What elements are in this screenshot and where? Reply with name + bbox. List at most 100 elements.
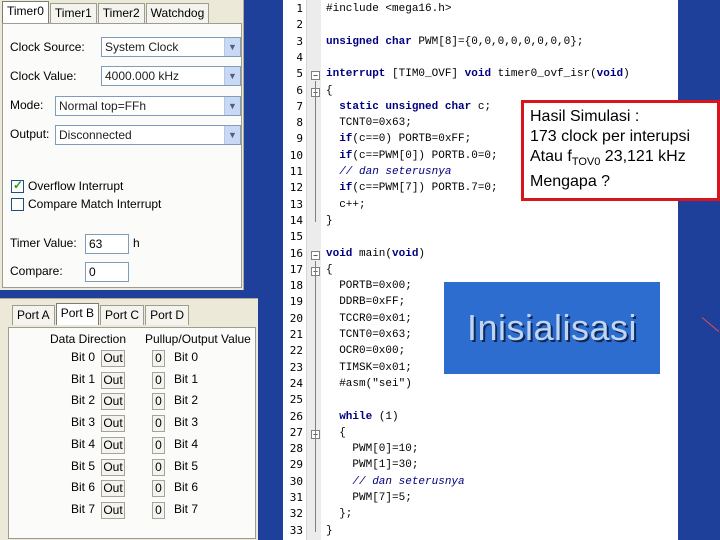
code-line[interactable]: interrupt [TIM0_OVF] void timer0_ovf_isr… xyxy=(326,68,630,80)
line-number: 16 xyxy=(289,246,303,260)
code-line[interactable]: } xyxy=(326,215,333,227)
code-line[interactable]: c++; xyxy=(326,199,365,211)
code-line[interactable]: // dan seterusnya xyxy=(326,476,464,488)
code-line[interactable]: while (1) xyxy=(326,411,398,423)
timer-tabs: Timer0 Timer1 Timer2 Watchdog xyxy=(2,1,210,23)
direction-toggle[interactable]: Out xyxy=(101,458,125,476)
fold-toggle-icon[interactable]: − xyxy=(311,71,320,81)
bit-label: Bit 7 xyxy=(71,501,96,516)
direction-toggle[interactable]: Out xyxy=(101,350,125,367)
callout-line-4: Mengapa ? xyxy=(530,173,611,191)
code-line[interactable]: PWM[7]=5; xyxy=(326,492,411,504)
tab-watchdog[interactable]: Watchdog xyxy=(145,3,210,23)
line-number: 28 xyxy=(289,442,303,456)
tab-timer2[interactable]: Timer2 xyxy=(97,3,145,23)
bit-value-label: Bit 2 xyxy=(174,393,199,408)
line-number: 31 xyxy=(289,491,303,504)
mode-value: Normal top=FFh xyxy=(59,99,147,113)
code-line[interactable]: PWM[0]=10; xyxy=(326,443,418,455)
port-bit-row: Bit 5 Out 0 Bit 5 xyxy=(9,456,267,478)
tab-port-d[interactable]: Port D xyxy=(145,305,190,325)
overflow-interrupt-checkbox[interactable]: ✓ Overflow Interrupt xyxy=(11,178,123,193)
chevron-down-icon[interactable]: ▼ xyxy=(224,126,240,144)
code-line[interactable]: #include <mega16.h> xyxy=(326,3,451,15)
line-number: 3 xyxy=(296,34,303,48)
checkbox-box[interactable] xyxy=(11,197,24,211)
line-number: 29 xyxy=(289,458,303,472)
line-number: 10 xyxy=(289,148,303,162)
direction-toggle[interactable]: Out xyxy=(101,501,125,519)
code-line[interactable]: TCNT0=0x63; xyxy=(326,329,412,341)
direction-toggle[interactable]: Out xyxy=(101,371,125,389)
code-line[interactable]: { xyxy=(326,85,333,97)
bit-label: Bit 4 xyxy=(71,436,96,451)
compare-input[interactable]: 0 xyxy=(85,262,129,282)
compare-match-interrupt-checkbox[interactable]: Compare Match Interrupt xyxy=(11,197,161,211)
code-line[interactable]: if(c==PWM[0]) PORTB.0=0; xyxy=(326,150,497,162)
code-line[interactable]: // dan seterusnya xyxy=(326,166,451,178)
tab-port-b[interactable]: Port B xyxy=(55,303,100,325)
direction-toggle[interactable]: Out xyxy=(101,393,125,411)
line-number: 9 xyxy=(296,132,303,146)
bit-value-label: Bit 5 xyxy=(174,458,199,473)
code-line[interactable]: void main(void) xyxy=(326,248,425,260)
code-line[interactable]: { xyxy=(326,427,346,439)
code-line[interactable]: PORTB=0x00; xyxy=(326,280,412,292)
code-line[interactable]: TCNT0=0x63; xyxy=(326,117,412,129)
output-value-toggle[interactable]: 0 xyxy=(152,393,165,411)
bit-value-label: Bit 1 xyxy=(174,371,199,386)
fold-toggle-icon[interactable]: − xyxy=(311,250,320,260)
output-value-toggle[interactable]: 0 xyxy=(152,480,165,498)
clock-source-select[interactable]: System Clock ▼ xyxy=(101,37,241,57)
code-line[interactable]: static unsigned char c; xyxy=(326,101,491,113)
code-line[interactable]: { xyxy=(326,264,333,276)
code-line[interactable]: #asm("sei") xyxy=(326,378,412,390)
clock-value-select[interactable]: 4000.000 kHz ▼ xyxy=(101,66,241,86)
chevron-down-icon[interactable]: ▼ xyxy=(224,97,240,115)
code-line[interactable]: if(c==0) PORTB=0xFF; xyxy=(326,133,471,145)
checkbox-box[interactable]: ✓ xyxy=(11,178,24,193)
timer-value-input[interactable]: 63 xyxy=(85,234,129,254)
output-value-toggle[interactable]: 0 xyxy=(152,371,165,389)
code-line[interactable]: }; xyxy=(326,508,352,520)
code-line[interactable]: PWM[1]=30; xyxy=(326,459,418,471)
bit-label: Bit 6 xyxy=(71,480,96,495)
clock-source-value: System Clock xyxy=(105,40,179,54)
bit-label: Bit 5 xyxy=(71,458,96,473)
direction-toggle[interactable]: Out xyxy=(101,415,125,433)
code-line[interactable]: unsigned char PWM[8]={0,0,0,0,0,0,0,0}; xyxy=(326,36,583,48)
tab-port-a[interactable]: Port A xyxy=(12,305,55,325)
tab-timer0[interactable]: Timer0 xyxy=(2,1,49,23)
direction-toggle[interactable]: Out xyxy=(101,436,125,454)
output-value-toggle[interactable]: 0 xyxy=(152,350,165,367)
line-number: 7 xyxy=(296,99,303,113)
output-select[interactable]: Disconnected ▼ xyxy=(55,125,241,145)
code-line[interactable]: if(c==PWM[7]) PORTB.7=0; xyxy=(326,182,497,194)
chevron-down-icon[interactable]: ▼ xyxy=(224,38,240,56)
mode-select[interactable]: Normal top=FFh ▼ xyxy=(55,96,241,116)
right-background-strip xyxy=(678,0,720,540)
tab-port-c[interactable]: Port C xyxy=(100,305,145,325)
bit-label: Bit 0 xyxy=(71,350,96,364)
code-line[interactable]: TCCR0=0x01; xyxy=(326,313,412,325)
direction-toggle[interactable]: Out xyxy=(101,480,125,498)
bit-value-label: Bit 0 xyxy=(174,350,199,364)
code-editor[interactable]: 1 2 3 4 5 6 7 8 9 10 11 12 13 14 15 16 17 18 19 20 21 22 23 24 2… xyxy=(283,0,678,540)
timer-value-label: Timer Value: xyxy=(10,236,77,250)
line-number: 8 xyxy=(296,116,303,130)
code-line[interactable]: OCR0=0x00; xyxy=(326,345,405,357)
bit-label: Bit 2 xyxy=(71,393,96,408)
tab-timer1[interactable]: Timer1 xyxy=(49,3,97,23)
output-value-toggle[interactable]: 0 xyxy=(152,436,165,454)
callout-line-1: Hasil Simulasi : xyxy=(530,108,640,125)
output-value-toggle[interactable]: 0 xyxy=(152,501,165,519)
code-line[interactable]: TIMSK=0x01; xyxy=(326,362,412,374)
output-value-toggle[interactable]: 0 xyxy=(152,458,165,476)
code-line[interactable]: DDRB=0xFF; xyxy=(326,296,405,308)
line-number: 22 xyxy=(289,344,303,358)
code-line[interactable]: } xyxy=(326,525,333,537)
line-number: 11 xyxy=(289,165,303,178)
line-number: 27 xyxy=(289,425,303,439)
chevron-down-icon[interactable]: ▼ xyxy=(224,67,240,85)
output-value-toggle[interactable]: 0 xyxy=(152,415,165,433)
